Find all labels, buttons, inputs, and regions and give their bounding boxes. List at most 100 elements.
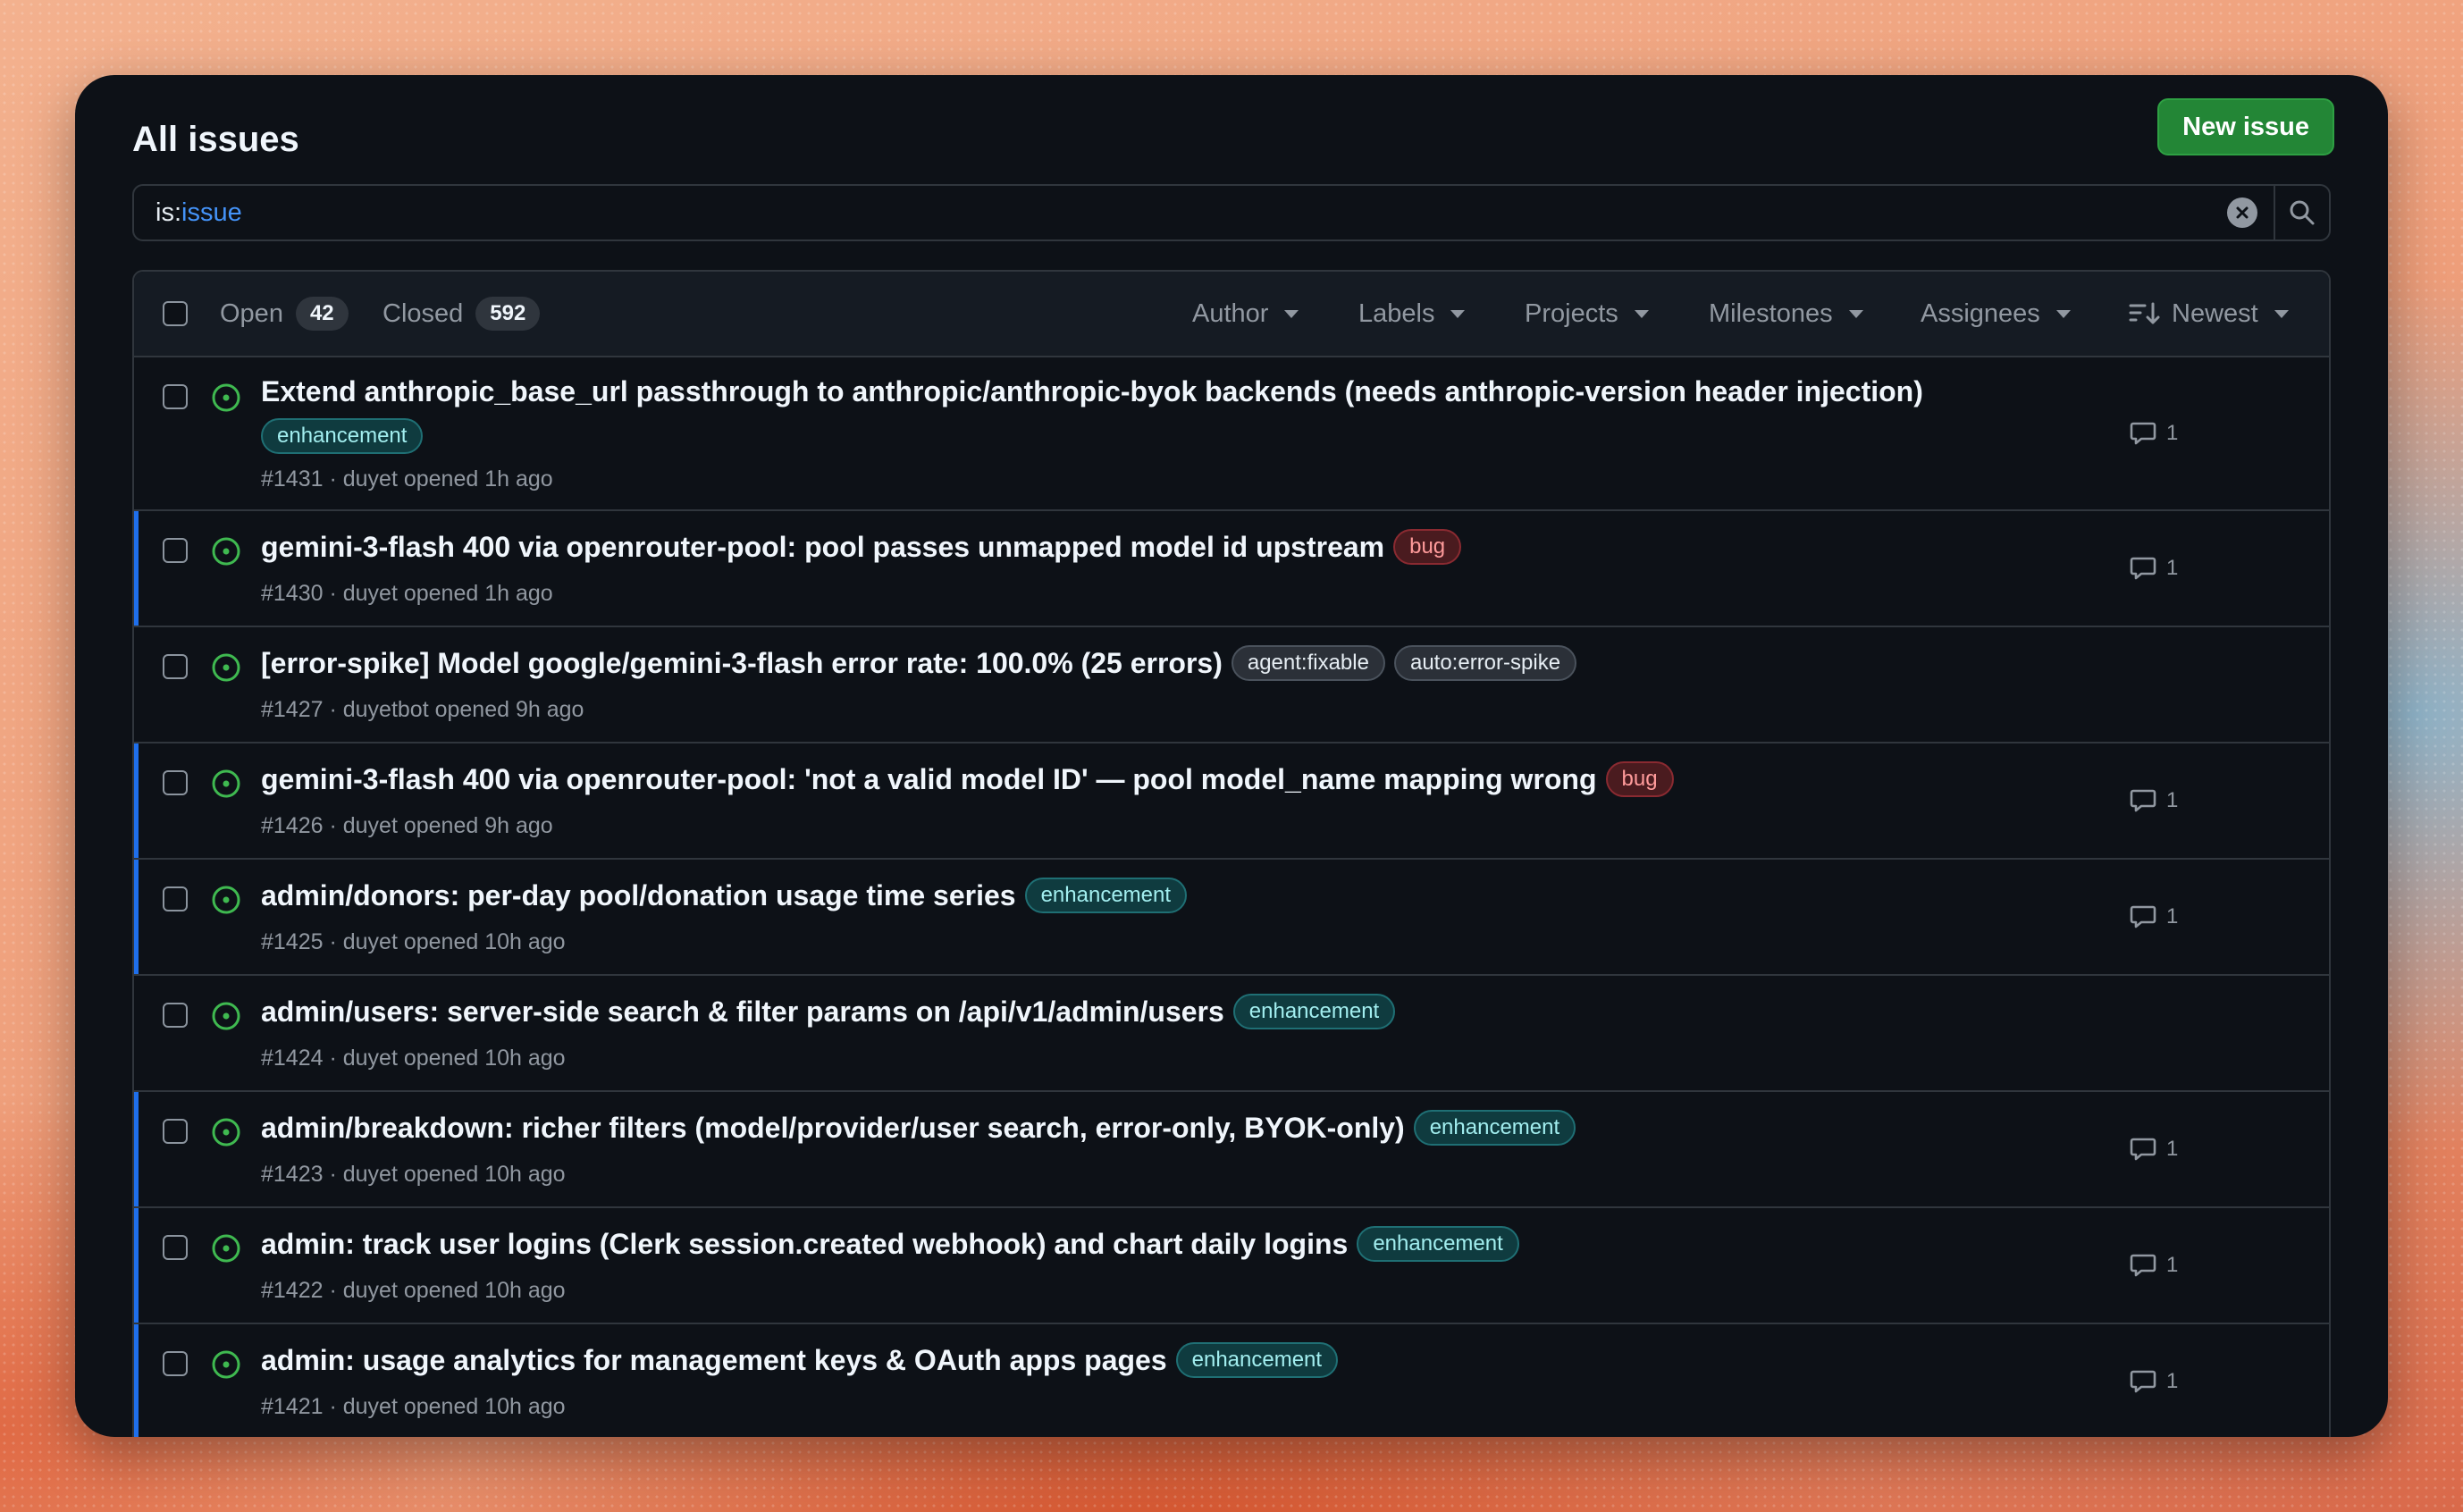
issue-title-line: [error-spike] Model google/gemini-3-flas…	[261, 645, 1577, 681]
new-issue-button[interactable]: New issue	[2157, 98, 2334, 155]
issue-checkbox[interactable]	[163, 1235, 188, 1260]
issue-title[interactable]: Extend anthropic_base_url passthrough to…	[261, 375, 1923, 408]
issue-open-icon	[212, 653, 240, 682]
chevron-down-icon	[1848, 309, 1863, 318]
page-title: All issues	[132, 120, 299, 159]
issue-rows: Extend anthropic_base_url passthrough to…	[134, 357, 2329, 1437]
issue-title[interactable]: [error-spike] Model google/gemini-3-flas…	[261, 647, 1223, 680]
tab-open-label: Open	[220, 298, 283, 328]
issue-title-line: admin/users: server-side search & filter…	[261, 994, 1396, 1029]
issue-label[interactable]: bug	[1393, 529, 1462, 565]
issue-label[interactable]: enhancement	[1413, 1110, 1576, 1146]
projects-filter[interactable]: Projects	[1525, 272, 1649, 356]
comment-count-value: 1	[2166, 1137, 2179, 1161]
comment-count-value: 1	[2166, 1253, 2179, 1277]
chevron-down-icon	[1634, 309, 1649, 318]
search-qualifier: is:	[156, 197, 181, 227]
issue-checkbox[interactable]	[163, 770, 188, 795]
chevron-down-icon	[2274, 309, 2289, 318]
issue-label[interactable]: enhancement	[261, 418, 424, 454]
comment-count[interactable]: 1	[2129, 1208, 2178, 1323]
comment-icon	[2130, 1254, 2156, 1277]
issue-title-line: admin/donors: per-day pool/donation usag…	[261, 878, 1188, 913]
issue-label[interactable]: bug	[1605, 761, 1674, 797]
issue-checkbox[interactable]	[163, 538, 188, 563]
issue-title[interactable]: gemini-3-flash 400 via openrouter-pool: …	[261, 763, 1597, 796]
issue-row[interactable]: [error-spike] Model google/gemini-3-flas…	[134, 627, 2329, 743]
search-term: issue	[181, 197, 242, 227]
issue-title-line: gemini-3-flash 400 via openrouter-pool: …	[261, 761, 1674, 797]
issue-row[interactable]: Extend anthropic_base_url passthrough to…	[134, 357, 2329, 511]
comment-icon	[2130, 1370, 2156, 1393]
issue-list: Open 42 Closed 592 Author Labels Project…	[132, 270, 2331, 1437]
issue-label[interactable]: enhancement	[1232, 994, 1396, 1029]
issue-row[interactable]: admin/breakdown: richer filters (model/p…	[134, 1092, 2329, 1208]
issue-meta: #1421 · duyet opened 10h ago	[261, 1394, 566, 1419]
search-bar: is:issue	[132, 184, 2331, 241]
issue-row[interactable]: admin/donors: per-day pool/donation usag…	[134, 860, 2329, 976]
issue-label[interactable]: enhancement	[1175, 1342, 1339, 1378]
search-button[interactable]	[2274, 186, 2329, 239]
closed-count-badge: 592	[475, 297, 541, 331]
issue-row[interactable]: admin: track user logins (Clerk session.…	[134, 1208, 2329, 1324]
issue-title[interactable]: admin/users: server-side search & filter…	[261, 995, 1224, 1029]
issue-title[interactable]: admin/breakdown: richer filters (model/p…	[261, 1112, 1405, 1145]
issue-title[interactable]: gemini-3-flash 400 via openrouter-pool: …	[261, 531, 1384, 564]
comment-count[interactable]: 1	[2129, 743, 2178, 858]
labels-filter-label: Labels	[1358, 298, 1435, 328]
comment-count[interactable]: 1	[2129, 860, 2178, 974]
comment-icon	[2130, 905, 2156, 928]
issue-checkbox[interactable]	[163, 886, 188, 911]
comment-icon	[2130, 557, 2156, 580]
issue-checkbox[interactable]	[163, 384, 188, 409]
clear-search-button[interactable]	[2227, 197, 2257, 228]
comment-count[interactable]: 1	[2129, 1324, 2178, 1437]
comment-count[interactable]: 1	[2129, 1092, 2178, 1206]
issue-title[interactable]: admin: track user logins (Clerk session.…	[261, 1228, 1348, 1261]
assignees-filter[interactable]: Assignees	[1921, 272, 2071, 356]
issues-window: All issues New issue is:issue Open 42 Cl…	[75, 75, 2388, 1437]
select-all-checkbox[interactable]	[163, 301, 188, 326]
open-count-badge: 42	[295, 297, 349, 331]
issue-row[interactable]: admin: usage analytics for management ke…	[134, 1324, 2329, 1437]
comment-count[interactable]: 1	[2129, 511, 2178, 626]
issue-title-line: admin: track user logins (Clerk session.…	[261, 1226, 1519, 1262]
issue-title[interactable]: admin: usage analytics for management ke…	[261, 1344, 1167, 1377]
assignees-filter-label: Assignees	[1921, 298, 2040, 328]
milestones-filter[interactable]: Milestones	[1709, 272, 1863, 356]
issue-row[interactable]: gemini-3-flash 400 via openrouter-pool: …	[134, 743, 2329, 860]
projects-filter-label: Projects	[1525, 298, 1618, 328]
author-filter[interactable]: Author	[1192, 272, 1299, 356]
comment-count[interactable]: 1	[2129, 357, 2178, 509]
issue-row[interactable]: admin/users: server-side search & filter…	[134, 976, 2329, 1092]
tab-open[interactable]: Open 42	[220, 272, 349, 356]
issue-checkbox[interactable]	[163, 654, 188, 679]
issue-title-line: gemini-3-flash 400 via openrouter-pool: …	[261, 529, 1462, 565]
sort-dropdown[interactable]: Newest	[2129, 272, 2289, 356]
issue-row[interactable]: gemini-3-flash 400 via openrouter-pool: …	[134, 511, 2329, 627]
search-input[interactable]: is:issue	[134, 198, 2227, 228]
issue-checkbox[interactable]	[163, 1003, 188, 1028]
issue-checkbox[interactable]	[163, 1351, 188, 1376]
issue-meta: #1424 · duyet opened 10h ago	[261, 1046, 566, 1071]
tab-closed[interactable]: Closed 592	[382, 272, 541, 356]
issue-title-line: admin/breakdown: richer filters (model/p…	[261, 1110, 1576, 1146]
issue-label[interactable]: agent:fixable	[1231, 645, 1385, 681]
issue-list-header: Open 42 Closed 592 Author Labels Project…	[134, 272, 2329, 357]
issue-label[interactable]: enhancement	[1024, 878, 1188, 913]
comment-count-value: 1	[2166, 1369, 2179, 1393]
issue-title[interactable]: admin/donors: per-day pool/donation usag…	[261, 879, 1016, 912]
issue-label[interactable]: enhancement	[1357, 1226, 1519, 1262]
sort-label: Newest	[2172, 298, 2258, 328]
issue-label[interactable]: auto:error-spike	[1393, 645, 1577, 681]
issue-title-line: admin: usage analytics for management ke…	[261, 1342, 1339, 1378]
comment-count-value: 1	[2166, 556, 2179, 580]
sort-icon	[2129, 302, 2160, 324]
comment-icon	[2130, 422, 2156, 445]
issue-meta: #1423 · duyet opened 10h ago	[261, 1162, 566, 1187]
issue-meta: #1426 · duyet opened 9h ago	[261, 813, 553, 838]
labels-filter[interactable]: Labels	[1358, 272, 1466, 356]
issue-open-icon	[212, 1002, 240, 1030]
issue-checkbox[interactable]	[163, 1119, 188, 1144]
issue-open-icon	[212, 1118, 240, 1147]
